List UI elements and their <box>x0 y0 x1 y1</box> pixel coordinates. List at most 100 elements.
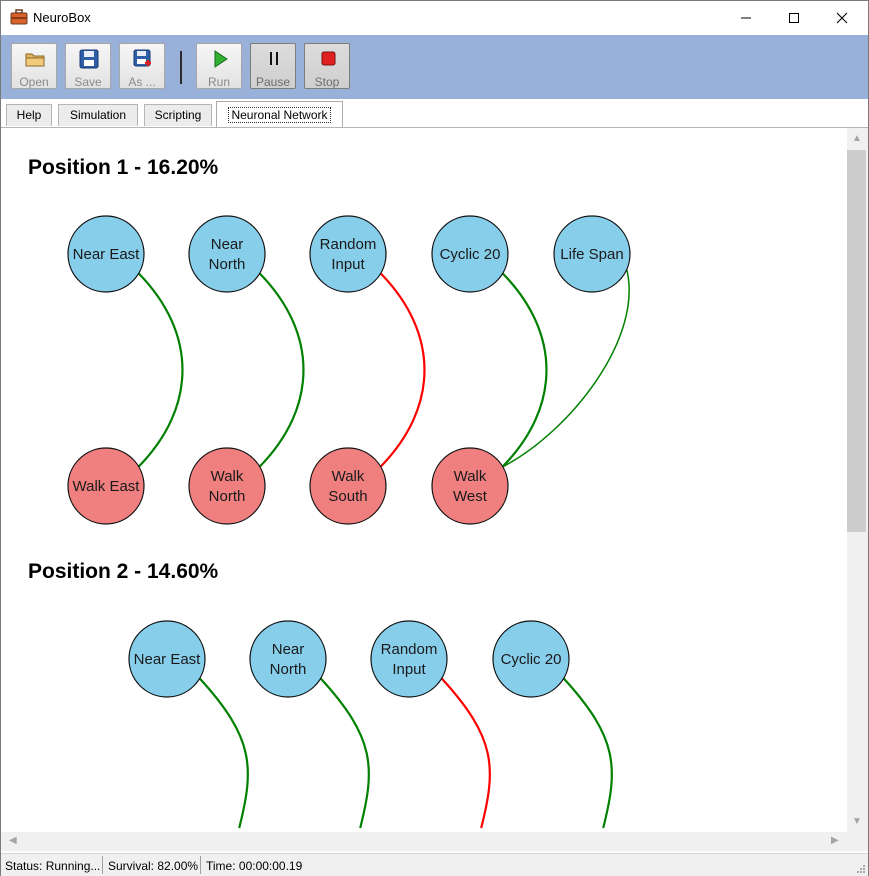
node-label: Random <box>381 641 438 658</box>
close-button[interactable] <box>819 1 865 35</box>
node-label: Input <box>331 256 365 273</box>
toolbox-icon <box>10 9 28 25</box>
stop-icon <box>321 51 336 66</box>
node-label: Near East <box>134 651 202 668</box>
minimize-button[interactable] <box>723 1 769 35</box>
node-label: Near East <box>73 246 141 263</box>
node-label: Random <box>320 236 377 253</box>
connection-line <box>379 272 426 468</box>
node-label: Walk <box>332 468 365 485</box>
connection-line <box>562 677 613 829</box>
save-as-label: As ... <box>128 75 156 89</box>
input-neuron: Near East <box>128 620 206 698</box>
node-label: Life Span <box>560 246 623 263</box>
tab-label: Scripting <box>154 108 202 122</box>
status-separator <box>200 856 201 874</box>
connection-line <box>198 677 249 829</box>
connection-line <box>501 272 548 468</box>
status-separator <box>102 856 103 874</box>
pause-icon <box>270 52 278 65</box>
scroll-right-icon[interactable]: ▶ <box>831 835 839 846</box>
close-icon <box>836 12 848 24</box>
horizontal-scrollbar[interactable]: ◀ ▶ <box>1 832 847 851</box>
node-circle <box>309 215 387 293</box>
connection-line <box>258 272 305 468</box>
scroll-up-icon[interactable]: ▲ <box>852 133 862 144</box>
scroll-down-icon[interactable]: ▼ <box>852 816 862 827</box>
maximize-button[interactable] <box>771 1 817 35</box>
tab-label: Neuronal Network <box>228 107 331 123</box>
node-label: North <box>209 488 246 505</box>
node-circle <box>188 447 266 525</box>
node-label: Cyclic 20 <box>501 651 562 668</box>
vertical-scroll-thumb[interactable] <box>847 150 866 532</box>
status-survival: Survival: 82.00% <box>108 859 199 873</box>
vertical-scrollbar[interactable]: ▲ ▼ <box>847 128 868 833</box>
tab-neuronal-network[interactable]: Neuronal Network <box>216 101 343 127</box>
tab-help[interactable]: Help <box>6 104 52 126</box>
pause-label: Pause <box>255 75 291 89</box>
tab-simulation[interactable]: Simulation <box>58 104 138 126</box>
stop-button[interactable]: Stop <box>304 43 350 89</box>
input-neuron: Random Input <box>370 620 448 698</box>
play-icon <box>214 50 228 68</box>
input-neuron: Cyclic 20 <box>492 620 570 698</box>
network-view: Near East Near North Random Input Cyclic 20 Li… <box>2 128 846 832</box>
scrollbar-corner <box>847 832 868 851</box>
output-neuron: Walk East <box>67 447 145 525</box>
node-label: Near <box>272 641 305 658</box>
node-circle <box>188 215 266 293</box>
run-button[interactable]: Run <box>196 43 242 89</box>
node-label: Walk East <box>73 478 141 495</box>
input-neuron: Near North <box>188 215 266 293</box>
node-circle <box>249 620 327 698</box>
connection-line <box>319 677 370 829</box>
output-neuron: Walk West <box>431 447 509 525</box>
title-bar: NeuroBox <box>1 1 868 35</box>
network-diagram: Near East Near North Random Input Cyclic 20 Li… <box>67 215 631 829</box>
resize-grip-icon[interactable] <box>855 863 865 873</box>
tab-label: Help <box>16 108 42 122</box>
input-neuron: Cyclic 20 <box>431 215 509 293</box>
save-button[interactable]: Save <box>65 43 111 89</box>
scroll-left-icon[interactable]: ◀ <box>9 835 17 846</box>
node-label: Walk <box>454 468 487 485</box>
tab-strip: Help Simulation Scripting Neuronal Netwo… <box>1 99 868 128</box>
node-circle <box>431 447 509 525</box>
node-circle <box>370 620 448 698</box>
output-neuron: Walk South <box>309 447 387 525</box>
status-time: Time: 00:00:00.19 <box>206 859 303 873</box>
pause-button[interactable]: Pause <box>250 43 296 89</box>
node-label: North <box>209 256 246 273</box>
save-as-icon <box>133 49 151 67</box>
tab-scripting[interactable]: Scripting <box>144 104 212 126</box>
run-label: Run <box>207 75 230 89</box>
node-label: Cyclic 20 <box>440 246 501 263</box>
window-title: NeuroBox <box>33 10 91 25</box>
save-label: Save <box>74 75 102 89</box>
floppy-disk-icon <box>79 49 99 69</box>
output-neuron: Walk North <box>188 447 266 525</box>
status-bar: Status: Running... Survival: 82.00% Time… <box>1 853 868 876</box>
node-label: Input <box>392 661 426 678</box>
position-title: Position 2 - 14.60% <box>28 560 219 583</box>
app-window: NeuroBox Open Save As ... Run Pause Stop… <box>0 0 869 876</box>
stop-label: Stop <box>314 75 340 89</box>
connection-line <box>137 272 184 468</box>
node-label: South <box>328 488 367 505</box>
input-neuron: Near East <box>67 215 145 293</box>
open-label: Open <box>19 75 49 89</box>
connection-line <box>440 677 491 829</box>
toolbar: Open Save As ... Run Pause Stop <box>1 35 868 99</box>
node-label: Walk <box>211 468 244 485</box>
toolbar-separator <box>180 51 182 84</box>
node-circle <box>309 447 387 525</box>
open-button[interactable]: Open <box>11 43 57 89</box>
input-neuron: Near North <box>249 620 327 698</box>
node-label: West <box>453 488 488 505</box>
minimize-icon <box>741 17 751 19</box>
maximize-icon <box>789 13 799 23</box>
save-as-button[interactable]: As ... <box>119 43 165 89</box>
input-neuron: Life Span <box>553 215 631 293</box>
position-title: Position 1 - 16.20% <box>28 156 219 179</box>
